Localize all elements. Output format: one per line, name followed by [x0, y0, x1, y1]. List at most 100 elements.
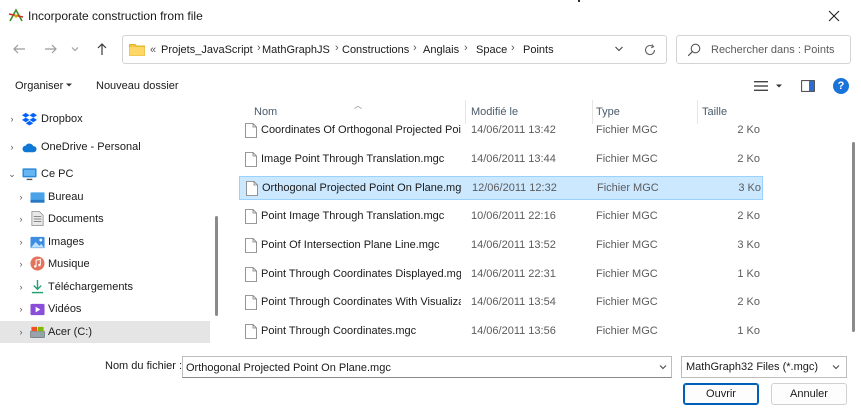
- breadcrumb-anglais[interactable]: Anglais: [423, 44, 459, 56]
- sidebar-scrollbar[interactable]: [215, 216, 218, 316]
- address-bar[interactable]: « Projets_JavaScript › MathGraphJS › Con…: [122, 35, 667, 64]
- pictures-folder-icon: [30, 236, 45, 249]
- breadcrumb-separator[interactable]: ›: [511, 42, 515, 54]
- sidebar-item-videos[interactable]: › Vidéos: [0, 298, 210, 320]
- file-row[interactable]: Point Through Coordinates Displayed.mgc 1…: [239, 263, 763, 287]
- view-menu-icon[interactable]: [754, 80, 768, 92]
- chevron-right-icon[interactable]: ›: [7, 142, 17, 152]
- sidebar-item-musique[interactable]: › Musique: [0, 253, 210, 275]
- file-type: Fichier MGC: [596, 210, 658, 223]
- new-folder-button[interactable]: Nouveau dossier: [96, 80, 179, 92]
- column-header-type[interactable]: Type: [596, 106, 620, 118]
- file-modified: 10/06/2011 22:16: [471, 210, 556, 223]
- breadcrumb-projets-javascript[interactable]: Projets_JavaScript: [161, 44, 253, 56]
- column-header-modified[interactable]: Modifié le: [471, 106, 518, 118]
- help-button[interactable]: ?: [833, 78, 849, 94]
- sidebar-item-ce-pc[interactable]: ⌄ Ce PC: [0, 163, 210, 185]
- sidebar-item-acer-c[interactable]: › Acer (C:): [0, 321, 210, 343]
- caret-down-icon[interactable]: [776, 83, 782, 89]
- organize-button[interactable]: Organiser: [15, 80, 63, 92]
- sidebar-item-dropbox[interactable]: › Dropbox: [0, 108, 210, 130]
- address-overflow[interactable]: «: [150, 44, 156, 56]
- sort-ascending-icon: ︿: [354, 101, 362, 110]
- column-header-size[interactable]: Taille: [702, 106, 727, 118]
- file-icon: [245, 237, 257, 253]
- breadcrumb-space[interactable]: Space: [476, 44, 507, 56]
- breadcrumb-mathgraphjs[interactable]: MathGraphJS: [262, 44, 330, 56]
- chevron-right-icon[interactable]: ›: [16, 304, 26, 314]
- column-header-name[interactable]: Nom: [254, 106, 277, 118]
- file-row[interactable]: Point Through Coordinates With Visualiza…: [239, 291, 763, 315]
- file-type: Fichier MGC: [596, 152, 658, 165]
- preview-pane-icon[interactable]: [801, 80, 815, 92]
- file-icon: [245, 151, 257, 167]
- file-size: 1 Ko: [737, 267, 760, 280]
- breadcrumb-constructions[interactable]: Constructions: [342, 44, 409, 56]
- sidebar-item-label: Ce PC: [41, 168, 74, 180]
- file-row[interactable]: Image Point Through Translation.mgc 14/06…: [239, 148, 763, 172]
- chevron-right-icon[interactable]: ›: [16, 282, 26, 292]
- address-history-button[interactable]: [611, 41, 627, 57]
- sidebar-item-label: Dropbox: [41, 113, 83, 125]
- cancel-button[interactable]: Annuler: [771, 383, 847, 405]
- file-row[interactable]: Point Of Intersection Plane Line.mgc 14/0…: [239, 234, 763, 258]
- breadcrumb-separator[interactable]: ›: [257, 42, 261, 54]
- drive-icon: [30, 326, 45, 338]
- forward-button[interactable]: [39, 37, 63, 61]
- close-icon: [828, 10, 840, 22]
- recent-locations-button[interactable]: [68, 37, 82, 61]
- breadcrumb-separator[interactable]: ›: [464, 42, 468, 54]
- breadcrumb-separator[interactable]: ›: [413, 42, 417, 54]
- filename-combobox[interactable]: [182, 356, 672, 378]
- chevron-right-icon[interactable]: ›: [7, 114, 17, 124]
- chevron-down-icon[interactable]: ⌄: [7, 169, 17, 179]
- file-row[interactable]: Orthogonal Projected Point On Plane.mgc 1…: [239, 176, 763, 201]
- mathgraph-app-icon: [8, 8, 24, 22]
- filename-input[interactable]: [186, 360, 646, 375]
- chevron-right-icon[interactable]: ›: [16, 214, 26, 224]
- sidebar-item-label: Acer (C:): [48, 326, 92, 338]
- file-list-scrollbar[interactable]: [852, 142, 855, 332]
- chevron-right-icon[interactable]: ›: [16, 192, 26, 202]
- file-row[interactable]: Point Through Coordinates.mgc 14/06/2011 …: [239, 320, 763, 344]
- file-modified: 14/06/2011 13:54: [471, 296, 556, 309]
- sidebar-item-telechargements[interactable]: › Téléchargements: [0, 276, 210, 298]
- file-modified: 14/06/2011 13:44: [471, 152, 556, 165]
- chevron-right-icon[interactable]: ›: [16, 237, 26, 247]
- sidebar-item-documents[interactable]: › Documents: [0, 208, 210, 230]
- chevron-right-icon[interactable]: ›: [16, 327, 26, 337]
- file-type: Fichier MGC: [596, 267, 658, 280]
- refresh-button[interactable]: [641, 41, 659, 59]
- file-size: 2 Ko: [737, 124, 760, 136]
- sidebar-item-label: Vidéos: [48, 303, 82, 315]
- close-button[interactable]: [812, 0, 856, 32]
- sidebar-item-onedrive[interactable]: › OneDrive - Personal: [0, 136, 210, 158]
- file-name: Point Through Coordinates Displayed.mgc: [261, 267, 461, 280]
- chevron-down-icon[interactable]: [659, 363, 667, 371]
- file-type-filter[interactable]: MathGraph32 Files (*.mgc): [681, 356, 847, 378]
- back-button[interactable]: [7, 37, 31, 61]
- filename-label: Nom du fichier :: [105, 360, 183, 372]
- chevron-right-icon[interactable]: ›: [16, 259, 26, 269]
- file-icon: [246, 181, 258, 197]
- search-input[interactable]: [711, 42, 846, 58]
- file-name: Point Through Coordinates With Visualiza…: [261, 296, 461, 309]
- command-bar: Organiser Nouveau dossier: [0, 72, 861, 102]
- breadcrumb-points[interactable]: Points: [523, 44, 554, 56]
- dropbox-icon: [22, 112, 37, 126]
- file-icon: [245, 295, 257, 311]
- sidebar-item-bureau[interactable]: › Bureau: [0, 186, 210, 208]
- sidebar-item-images[interactable]: › Images: [0, 231, 210, 253]
- file-row[interactable]: Point Image Through Translation.mgc 10/06…: [239, 205, 763, 229]
- up-button[interactable]: [90, 37, 114, 61]
- navigation-pane: › Dropbox › OneDrive - Personal ⌄ Ce PC …: [0, 100, 218, 346]
- file-type: Fichier MGC: [597, 182, 659, 195]
- breadcrumb-separator[interactable]: ›: [335, 42, 339, 54]
- search-box[interactable]: [676, 35, 851, 64]
- chevron-down-icon: [71, 47, 79, 52]
- file-row[interactable]: Coordinates Of Orthogonal Projected Poi.…: [239, 119, 763, 143]
- open-button[interactable]: Ouvrir: [683, 383, 759, 405]
- file-list: ︿ Nom Modifié le Type Taille Coordinates…: [223, 100, 849, 346]
- file-name: Coordinates Of Orthogonal Projected Poi.…: [261, 124, 461, 136]
- pc-icon: [22, 168, 37, 181]
